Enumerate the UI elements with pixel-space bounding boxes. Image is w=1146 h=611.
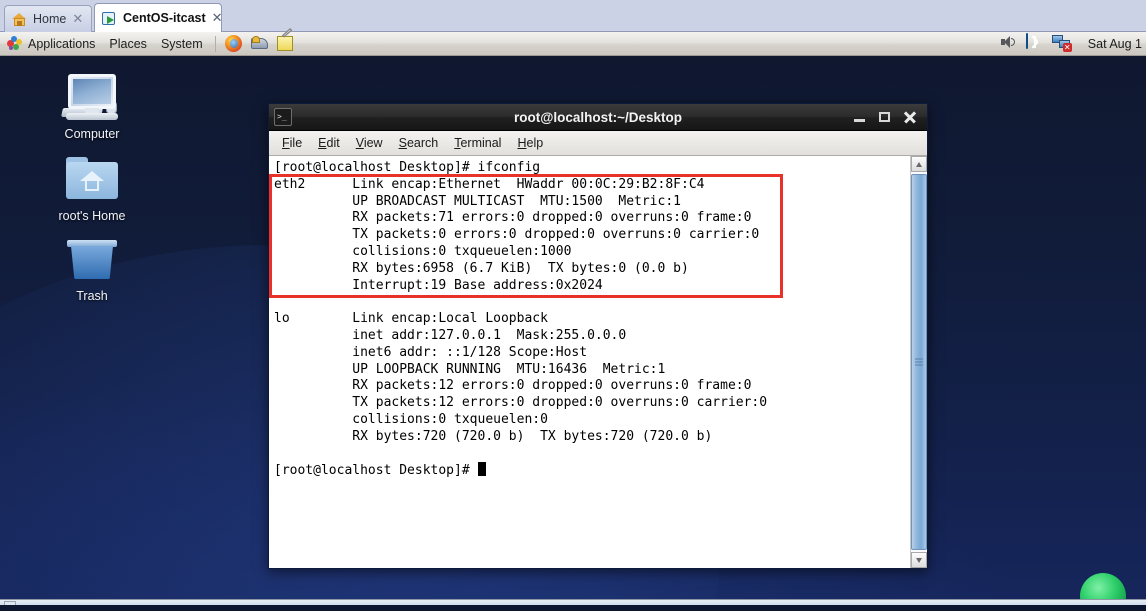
close-button[interactable] <box>903 110 917 125</box>
scrollbar-grip <box>915 358 923 366</box>
menu-file[interactable]: File <box>274 134 310 152</box>
vm-tab-centos-itcast[interactable]: CentOS-itcast ✕ <box>94 3 223 32</box>
terminal-cursor <box>477 462 486 477</box>
network-disconnected-icon[interactable]: ✕ <box>1051 34 1074 54</box>
vm-tab-home-label: Home <box>33 12 67 26</box>
scrollbar-thumb[interactable] <box>911 174 927 550</box>
menu-applications-label: Applications <box>28 36 96 51</box>
bluetooth-icon[interactable] <box>1025 32 1048 54</box>
minimize-button[interactable] <box>853 110 867 125</box>
show-desktop-button[interactable] <box>4 601 16 605</box>
terminal-output-text: [root@localhost Desktop]# ifconfig eth2 … <box>274 160 768 479</box>
firefox-icon[interactable] <box>223 34 245 54</box>
terminal-scrollbar[interactable] <box>910 156 927 568</box>
text-editor-icon[interactable] <box>275 27 297 54</box>
terminal-titlebar[interactable]: root@localhost:~/Desktop <box>269 104 927 131</box>
evolution-icon[interactable] <box>249 34 271 54</box>
menu-terminal[interactable]: Terminal <box>446 134 509 152</box>
home-folder-icon <box>40 154 144 206</box>
scrollbar-track[interactable] <box>911 172 927 552</box>
terminal-menubar: File Edit View Search Terminal Help <box>269 131 927 156</box>
menu-help[interactable]: Help <box>509 134 551 152</box>
screen: Home ✕ CentOS-itcast ✕ Applications Plac… <box>0 0 1146 611</box>
applications-icon <box>7 35 23 52</box>
gnome-top-panel: Applications Places System ✕ Sat Aug 1 <box>0 27 1146 56</box>
menu-search[interactable]: Search <box>391 134 447 152</box>
system-tray: ✕ Sat Aug 1 <box>998 32 1146 54</box>
terminal-output[interactable]: [root@localhost Desktop]# ifconfig eth2 … <box>269 156 910 568</box>
network-error-badge: ✕ <box>1062 42 1072 52</box>
menu-view[interactable]: View <box>348 134 391 152</box>
maximize-button[interactable] <box>878 110 892 125</box>
close-icon[interactable]: ✕ <box>212 12 223 25</box>
menu-applications[interactable]: Applications <box>0 33 102 55</box>
vm-icon <box>102 11 117 26</box>
desktop-icon-computer[interactable]: Computer <box>40 72 144 141</box>
menu-system[interactable]: System <box>154 33 210 55</box>
terminal-icon <box>274 108 292 126</box>
home-icon <box>12 12 27 27</box>
vm-tab-centos-label: CentOS-itcast <box>123 11 206 25</box>
vm-tab-home[interactable]: Home ✕ <box>4 5 92 32</box>
panel-separator <box>214 35 216 52</box>
desktop-icon-trash[interactable]: Trash <box>40 234 144 303</box>
terminal-title-text: root@localhost:~/Desktop <box>513 109 683 125</box>
menu-places[interactable]: Places <box>102 33 154 55</box>
volume-icon[interactable] <box>1000 34 1022 54</box>
desktop-icon-computer-label: Computer <box>64 127 120 141</box>
window-controls <box>853 110 927 125</box>
close-icon[interactable]: ✕ <box>72 13 83 26</box>
trash-icon <box>40 234 144 286</box>
menu-system-label: System <box>160 36 203 51</box>
computer-icon <box>40 72 144 124</box>
desktop-icon-home-label: root's Home <box>58 209 126 223</box>
desktop-icon-trash-label: Trash <box>76 289 108 303</box>
desktop-icon-home[interactable]: root's Home <box>40 154 144 223</box>
vmware-tab-strip: Home ✕ CentOS-itcast ✕ <box>0 0 1146 32</box>
scroll-down-button[interactable] <box>911 552 927 568</box>
terminal-body[interactable]: [root@localhost Desktop]# ifconfig eth2 … <box>269 156 927 568</box>
menu-places-label: Places <box>109 36 147 51</box>
scroll-up-button[interactable] <box>911 156 927 172</box>
terminal-window[interactable]: root@localhost:~/Desktop File Edit View … <box>268 103 928 569</box>
panel-clock[interactable]: Sat Aug 1 <box>1076 37 1142 51</box>
menu-edit[interactable]: Edit <box>310 134 348 152</box>
gnome-bottom-panel[interactable] <box>0 599 1146 605</box>
